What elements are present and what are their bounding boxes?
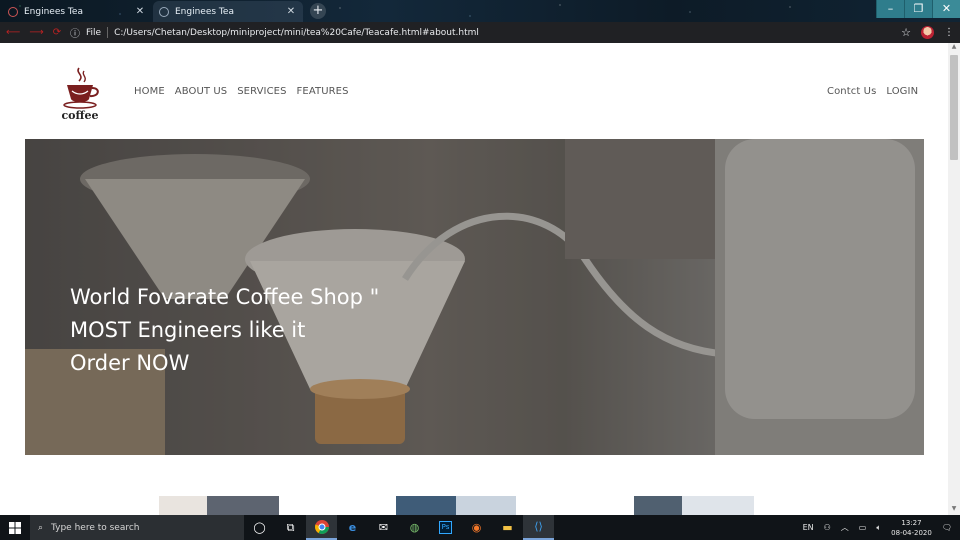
edge-icon[interactable]: e <box>337 515 368 540</box>
tab-favicon-icon <box>159 6 169 17</box>
taskbar-search-placeholder: Type here to search <box>51 522 140 533</box>
back-arrow-icon[interactable]: ⟵ <box>6 27 20 38</box>
scroll-down-icon[interactable]: ▼ <box>948 505 960 515</box>
system-tray: EN ⚇ ︿ ▭ 🔈︎ 13:27 08-04-2020 🗨︎ <box>803 515 960 540</box>
browser-tab-2[interactable]: Enginees Tea ✕ <box>153 1 303 22</box>
reload-icon[interactable]: ⟳ <box>53 27 61 38</box>
chrome-icon[interactable] <box>306 515 337 540</box>
vscode-icon[interactable]: ⟨⟩ <box>523 515 554 540</box>
browser-titlebar: Enginees Tea ✕ Enginees Tea ✕ + – ❐ ✕ <box>0 0 960 22</box>
main-navigation: HOME ABOUT US SERVICES FEATURES <box>134 86 349 97</box>
windows-logo-icon <box>9 521 21 534</box>
hero-heading: World Fovarate Coffee Shop " MOST Engine… <box>70 281 379 380</box>
file-explorer-icon[interactable]: ▬ <box>492 515 523 540</box>
scrollbar-thumb[interactable] <box>950 55 958 160</box>
battery-icon[interactable]: ▭ <box>859 523 867 532</box>
hero-line-1: World Fovarate Coffee Shop " <box>70 285 380 309</box>
nav-features[interactable]: FEATURES <box>297 86 349 97</box>
nav-about-us[interactable]: ABOUT US <box>175 86 227 97</box>
site-logo[interactable]: coffee <box>50 65 110 125</box>
clock[interactable]: 13:27 08-04-2020 <box>891 518 932 538</box>
tab-close-icon[interactable]: ✕ <box>134 6 146 17</box>
tab-title: Enginees Tea <box>24 6 83 17</box>
volume-icon[interactable]: 🔈︎ <box>876 523 881 533</box>
task-view-icon[interactable]: ⧉ <box>275 515 306 540</box>
bookmark-star-icon[interactable]: ☆ <box>901 26 911 39</box>
page-scrollbar[interactable]: ▲ ▼ <box>948 43 960 515</box>
url-scheme-label: File <box>86 27 102 38</box>
clock-date: 08-04-2020 <box>891 528 932 537</box>
nav-contact-us[interactable]: Contct Us <box>827 86 876 97</box>
hero-line-3: Order NOW <box>70 351 190 375</box>
blender-icon[interactable]: ◉ <box>461 515 492 540</box>
people-icon[interactable]: ⚇ <box>824 523 831 532</box>
url-input[interactable]: C:/Users/Chetan/Desktop/miniproject/mini… <box>114 28 901 38</box>
secondary-navigation: Contct Us LOGIN <box>827 86 918 97</box>
address-bar: ⟵ ⟶ ⟳ ⓘ File C:/Users/Chetan/Desktop/min… <box>0 22 960 43</box>
new-tab-button[interactable]: + <box>310 3 326 19</box>
logo-text: coffee <box>61 109 99 122</box>
address-divider <box>107 27 109 38</box>
cortana-icon[interactable]: ◯ <box>244 515 275 540</box>
navigation-buttons: ⟵ ⟶ ⟳ <box>6 27 70 38</box>
tab-favicon-icon <box>8 6 18 17</box>
profile-avatar[interactable] <box>921 26 934 39</box>
photoshop-icon[interactable]: Ps <box>430 515 461 540</box>
minimize-button[interactable]: – <box>876 0 904 18</box>
info-icon[interactable]: ⓘ <box>70 25 80 40</box>
clock-time: 13:27 <box>901 518 922 527</box>
scroll-up-icon[interactable]: ▲ <box>948 43 960 53</box>
feature-image-3 <box>634 496 754 515</box>
nav-services[interactable]: SERVICES <box>237 86 286 97</box>
mail-icon[interactable]: ✉ <box>368 515 399 540</box>
web-page: coffee HOME ABOUT US SERVICES FEATURES C… <box>0 43 948 515</box>
window-controls: – ❐ ✕ <box>876 0 960 18</box>
maximize-button[interactable]: ❐ <box>904 0 932 18</box>
notifications-icon[interactable]: 🗨︎ <box>942 523 952 532</box>
nav-home[interactable]: HOME <box>134 86 165 97</box>
tray-chevron-icon[interactable]: ︿ <box>841 522 849 533</box>
search-icon: ⌕ <box>38 522 44 533</box>
feature-image-1 <box>159 496 279 515</box>
android-studio-icon[interactable]: ◍ <box>399 515 430 540</box>
feature-image-2 <box>396 496 516 515</box>
nav-login[interactable]: LOGIN <box>886 86 918 97</box>
tab-title: Enginees Tea <box>175 6 234 17</box>
browser-tab-1[interactable]: Enginees Tea ✕ <box>2 1 152 22</box>
coffee-cup-icon <box>63 67 99 109</box>
forward-arrow-icon[interactable]: ⟶ <box>29 27 43 38</box>
tab-close-icon[interactable]: ✕ <box>285 6 297 17</box>
start-button[interactable] <box>0 515 30 540</box>
windows-taskbar: ⌕ Type here to search ◯ ⧉ e ✉ ◍ Ps ◉ ▬ ⟨… <box>0 515 960 540</box>
hero-banner: World Fovarate Coffee Shop " MOST Engine… <box>25 139 924 455</box>
browser-menu-icon[interactable]: ⋮ <box>944 27 954 38</box>
taskbar-search[interactable]: ⌕ Type here to search <box>30 515 244 540</box>
language-indicator[interactable]: EN <box>803 523 814 532</box>
hero-line-2: MOST Engineers like it <box>70 318 306 342</box>
close-window-button[interactable]: ✕ <box>932 0 960 18</box>
